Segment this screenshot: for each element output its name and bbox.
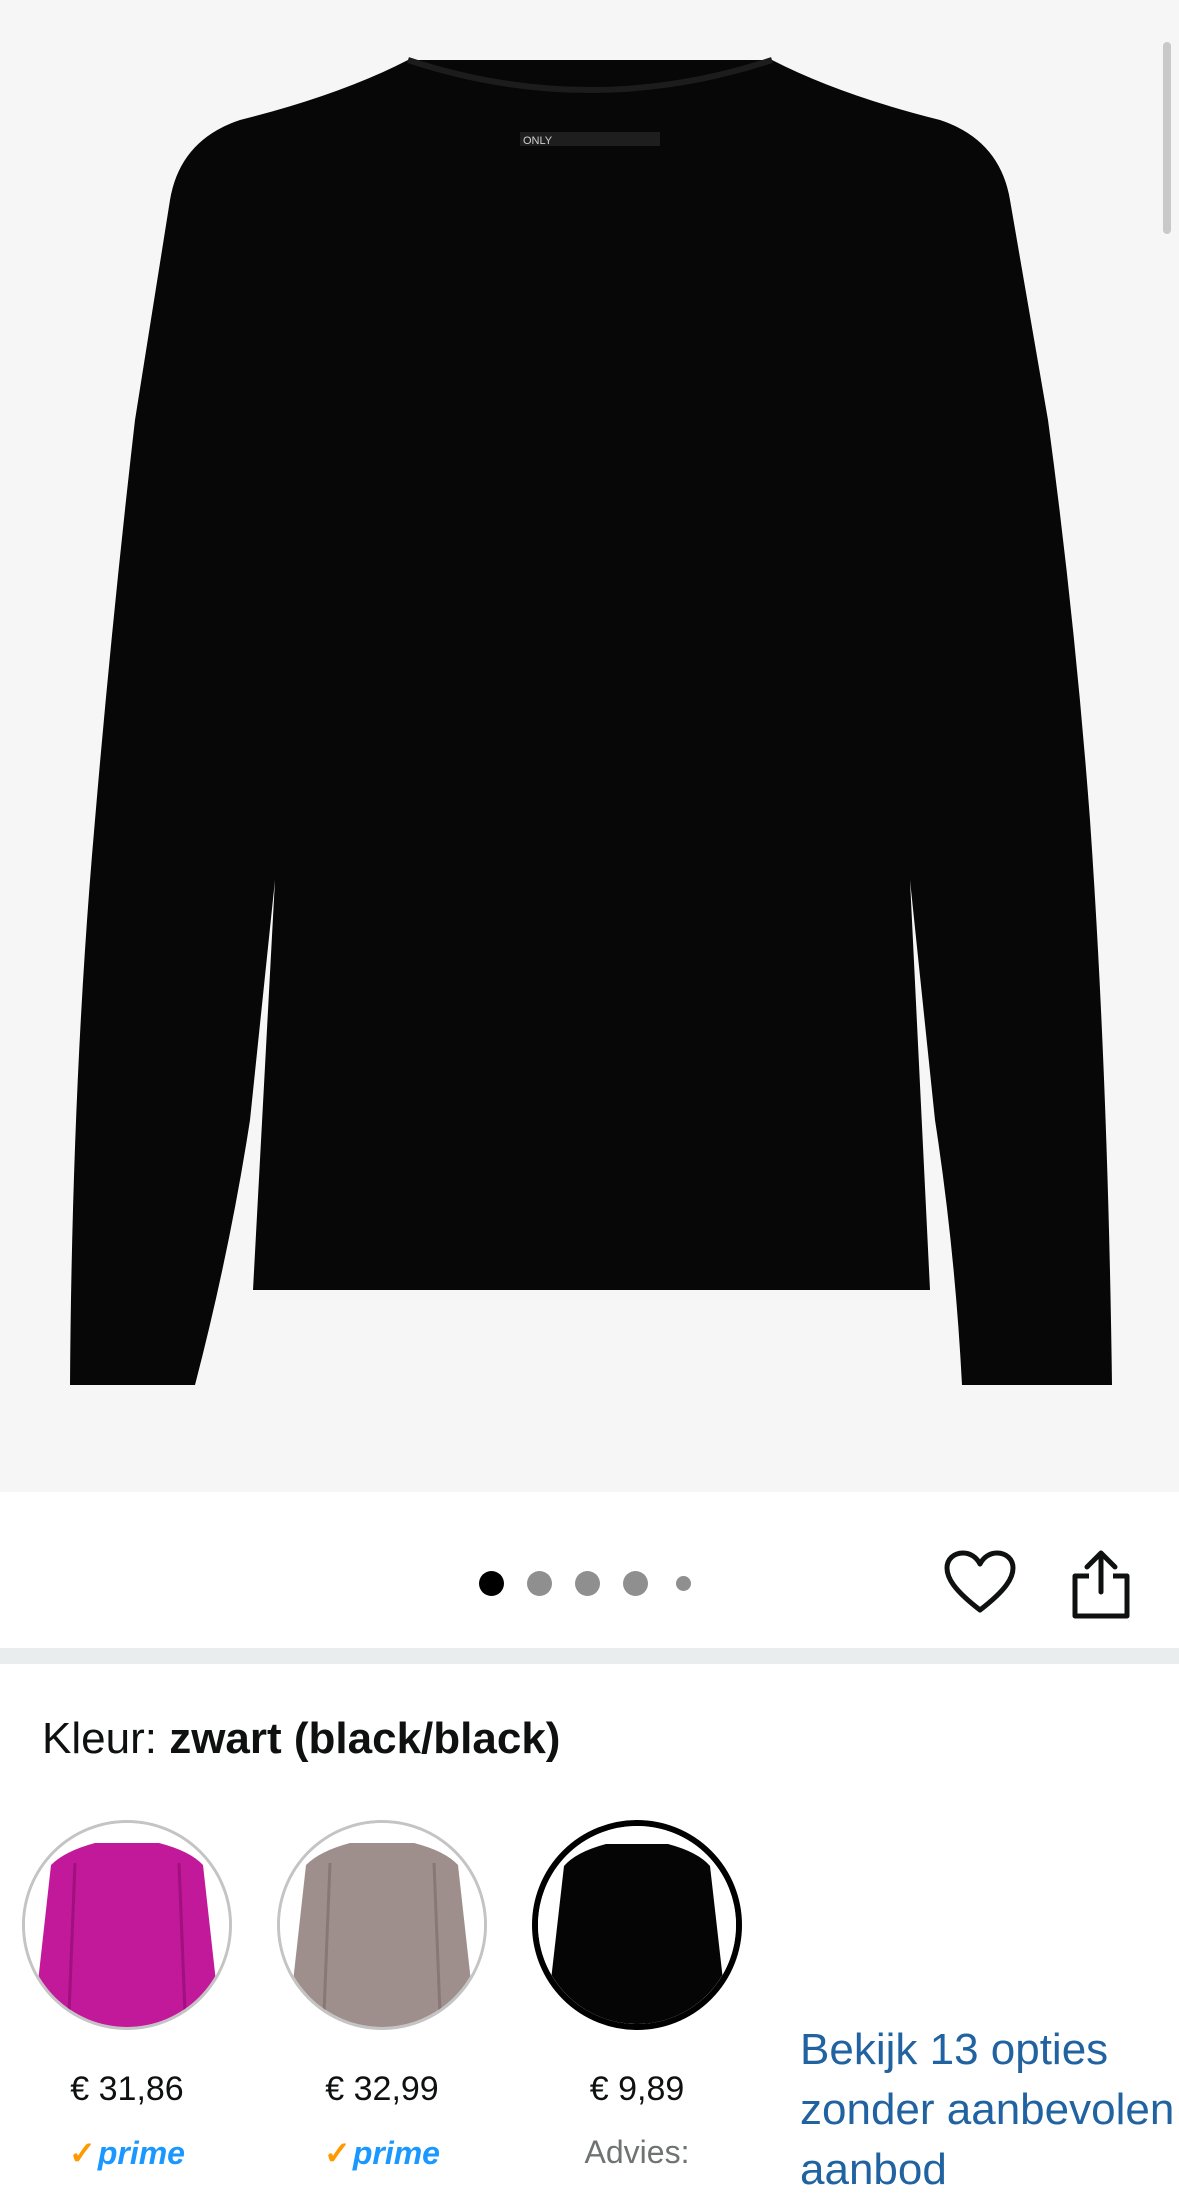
more-options-line-3: aanbod — [800, 2145, 947, 2194]
swatch-price: € 9,89 — [589, 2070, 685, 2108]
color-label-prefix: Kleur: — [42, 1714, 157, 1763]
sweater-image: ONLY — [70, 57, 1112, 1385]
heart-icon — [944, 1550, 1016, 1613]
carousel-dot-1[interactable] — [479, 1571, 504, 1596]
section-divider — [0, 1648, 1179, 1664]
prime-check-icon: ✓ — [324, 2135, 351, 2171]
carousel-dot-3[interactable] — [575, 1571, 600, 1596]
sweater-thumbnail — [538, 1826, 736, 2024]
carousel-dot-2[interactable] — [527, 1571, 552, 1596]
more-options-line-1: Bekijk 13 opties — [800, 2025, 1109, 2074]
more-options-line-2: zonder aanbevolen — [800, 2085, 1175, 2134]
color-swatch-magenta[interactable] — [22, 1820, 232, 2030]
sweater-thumbnail — [280, 1823, 484, 2027]
carousel-dots[interactable] — [479, 1571, 714, 1596]
prime-badge: ✓prime — [324, 2135, 440, 2171]
carousel-dot-4[interactable] — [623, 1571, 648, 1596]
prime-check-icon: ✓ — [69, 2135, 96, 2171]
bottom-edge — [0, 2196, 1179, 2212]
color-label: Kleur: zwart (black/black) — [42, 1714, 560, 1764]
prime-badge: ✓prime — [69, 2135, 185, 2171]
product-image-area[interactable]: ONLY — [0, 0, 1179, 1492]
color-swatch-black[interactable] — [532, 1820, 742, 2030]
advies-label: Advies: — [584, 2134, 690, 2170]
swatch-price: € 32,99 — [325, 2070, 439, 2108]
share-button[interactable] — [1069, 1548, 1133, 1620]
color-swatch-beige[interactable] — [277, 1820, 487, 2030]
brand-tag: ONLY — [523, 135, 553, 147]
color-value: zwart (black/black) — [169, 1714, 561, 1763]
more-options-link[interactable]: Bekijk 13 opties zonder aanbevolen aanbo… — [800, 2020, 1179, 2200]
carousel-dot-5[interactable] — [676, 1576, 691, 1591]
share-icon — [1072, 1550, 1130, 1619]
wishlist-button[interactable] — [944, 1550, 1016, 1616]
scrollbar[interactable] — [1163, 42, 1171, 234]
swatch-price: € 31,86 — [70, 2070, 184, 2108]
sweater-thumbnail — [25, 1823, 229, 2027]
